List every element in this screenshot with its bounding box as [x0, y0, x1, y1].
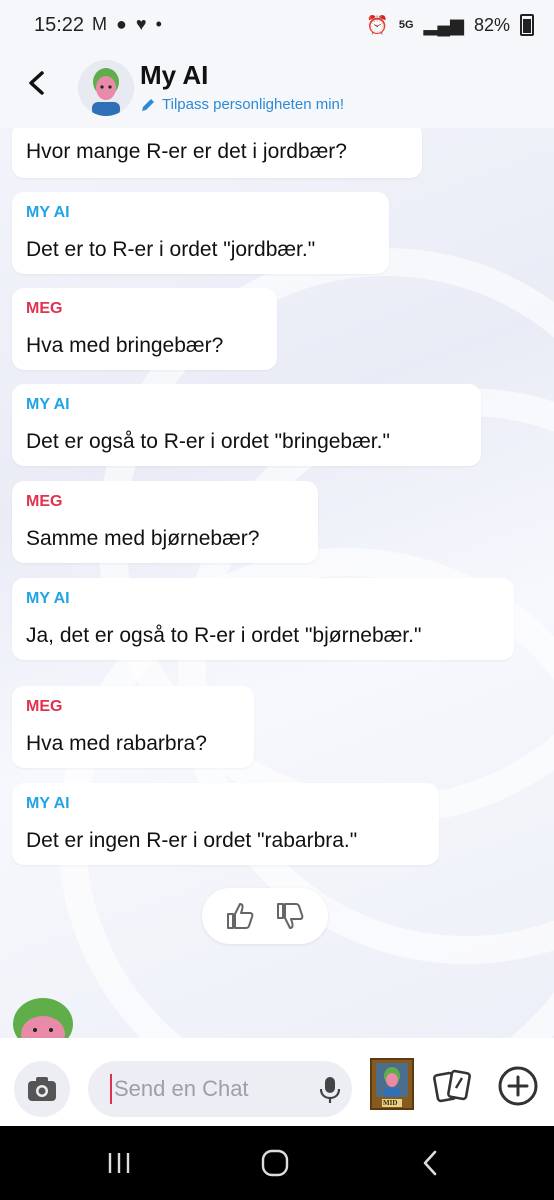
back-nav-icon[interactable]: [420, 1148, 442, 1178]
message-text: Hvor mange R-er er det i jordbær?: [26, 140, 347, 163]
cards-icon[interactable]: [432, 1066, 474, 1108]
heart-icon: ♥: [135, 14, 149, 34]
text-cursor: [110, 1074, 112, 1104]
pencil-icon: [142, 98, 154, 111]
battery-icon: [520, 14, 534, 36]
battery-text: 82%: [473, 14, 510, 35]
message-text: Samme med bjørnebær?: [26, 527, 260, 550]
message-bubble[interactable]: MY AI Det er to R-er i ordet "jordbær.": [12, 192, 389, 274]
typing-bitmoji: [8, 994, 78, 1038]
chat-area[interactable]: Hvor mange R-er er det i jordbær? MY AI …: [0, 128, 554, 1038]
message-sender: MEG: [26, 300, 63, 317]
status-right: ⏰ 5G ▂▄▆ 82%: [366, 14, 534, 36]
customize-link-label: Tilpass personligheten min!: [162, 96, 345, 113]
chat-input-placeholder: Send en Chat: [114, 1076, 249, 1101]
back-icon[interactable]: [24, 70, 50, 96]
camera-button[interactable]: [14, 1061, 70, 1117]
message-bubble[interactable]: Hvor mange R-er er det i jordbær?: [12, 128, 422, 178]
chat-icon: ●: [116, 14, 129, 34]
message-sender: MEG: [26, 698, 63, 715]
message-text: Hva med rabarbra?: [26, 732, 207, 755]
alarm-icon: ⏰: [366, 14, 389, 35]
customize-link[interactable]: Tilpass personligheten min!: [140, 96, 344, 113]
message-sender: MY AI: [26, 590, 70, 607]
message-text: Det er ingen R-er i ordet "rabarbra.": [26, 829, 358, 852]
gmail-icon: M: [92, 14, 109, 34]
chat-header: My AI Tilpass personligheten min!: [0, 52, 554, 128]
message-bubble[interactable]: MEG Hva med bringebær?: [12, 288, 277, 370]
message-bubble[interactable]: MY AI Det er ingen R-er i ordet "rabarbr…: [12, 783, 439, 865]
home-icon[interactable]: [260, 1148, 290, 1178]
thumbs-down-icon[interactable]: [274, 900, 306, 932]
message-text: Ja, det er også to R-er i ordet "bjørneb…: [26, 624, 422, 647]
system-nav-bar: [0, 1126, 554, 1200]
message-bubble[interactable]: MEG Hva med rabarbra?: [12, 686, 254, 768]
microphone-icon[interactable]: [318, 1075, 342, 1105]
message-sender: MY AI: [26, 204, 70, 221]
message-sender: MEG: [26, 493, 63, 510]
message-bubble[interactable]: MY AI Ja, det er også to R-er i ordet "b…: [12, 578, 514, 660]
feedback-pill: [202, 888, 328, 944]
my-ai-avatar[interactable]: [78, 60, 134, 116]
dot-icon: •: [155, 14, 164, 34]
bitmoji-frame-label: MID: [383, 1099, 398, 1107]
network-label: 5G: [398, 19, 414, 31]
signal-icon: ▂▄▆: [423, 14, 464, 35]
message-text: Hva med bringebær?: [26, 334, 224, 357]
plus-icon[interactable]: [496, 1064, 540, 1108]
camera-icon: [28, 1077, 56, 1101]
notification-icons: M ● ♥ •: [92, 14, 164, 35]
thumbs-up-icon[interactable]: [224, 900, 256, 932]
message-text: Det er to R-er i ordet "jordbær.": [26, 238, 316, 261]
message-bubble[interactable]: MY AI Det er også to R-er i ordet "bring…: [12, 384, 481, 466]
message-sender: MY AI: [26, 795, 70, 812]
message-bubble[interactable]: MEG Samme med bjørnebær?: [12, 481, 318, 563]
chat-title: My AI: [140, 60, 209, 90]
bitmoji-sticker-button[interactable]: MID: [370, 1058, 414, 1110]
message-sender: MY AI: [26, 396, 70, 413]
chat-input-bar: Send en Chat MID: [0, 1038, 554, 1126]
chat-input[interactable]: Send en Chat: [88, 1061, 352, 1117]
status-time: 15:22: [34, 14, 85, 36]
message-text: Det er også to R-er i ordet "bringebær.": [26, 430, 390, 453]
status-bar: 15:22 M ● ♥ • ⏰ 5G ▂▄▆ 82%: [0, 0, 554, 52]
bitmoji-icon: [78, 60, 134, 116]
recent-apps-icon[interactable]: [106, 1150, 132, 1176]
